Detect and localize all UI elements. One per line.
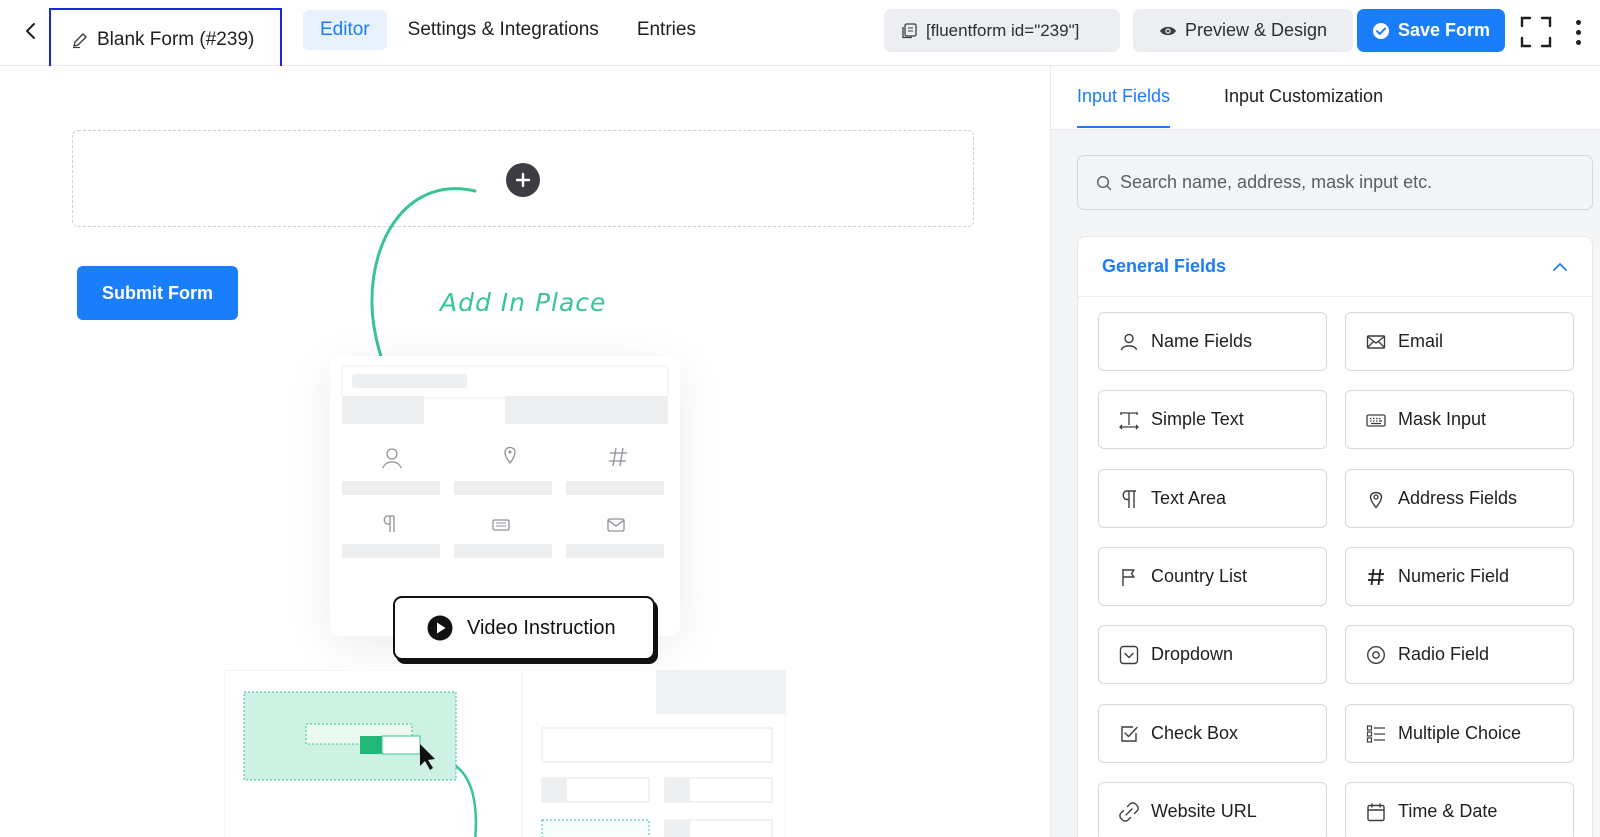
fields-panel: Input Fields Input Customization General…	[1050, 66, 1600, 837]
field-email[interactable]: Email	[1345, 312, 1574, 371]
fullscreen-icon	[1520, 16, 1552, 48]
hash-icon	[1368, 568, 1384, 585]
preview-design-label: Preview & Design	[1184, 20, 1328, 40]
video-instruction-label: Video Instruction	[467, 616, 616, 639]
field-label: Time & Date	[1398, 801, 1498, 821]
general-fields-section: General Fields Name Fields Email Simple …	[1077, 236, 1593, 837]
field-label: Radio Field	[1398, 644, 1490, 664]
list-icon	[1366, 724, 1385, 743]
field-label: Text Area	[1151, 488, 1227, 508]
shortcode-text: [fluentform id="239"]	[926, 20, 1080, 40]
field-time-date[interactable]: Time & Date	[1345, 782, 1574, 837]
check-circle-icon	[1372, 22, 1389, 39]
field-country-list[interactable]: Country List	[1098, 547, 1327, 606]
tab-settings-integrations[interactable]: Settings & Integrations	[391, 10, 616, 50]
field-numeric-field[interactable]: Numeric Field	[1345, 547, 1574, 606]
field-label: Numeric Field	[1398, 566, 1510, 586]
field-label: Address Fields	[1398, 488, 1518, 508]
flag-icon	[1122, 568, 1135, 586]
text-cursor-icon	[1119, 411, 1139, 429]
tab-input-fields[interactable]: Input Fields	[1077, 86, 1171, 128]
field-label: Dropdown	[1151, 644, 1234, 664]
eye-icon	[1159, 26, 1176, 35]
field-search[interactable]	[1077, 155, 1593, 210]
keyboard-icon	[1366, 413, 1386, 427]
radio-icon	[1366, 645, 1386, 664]
top-bar: Blank Form (#239) Editor Settings & Inte…	[0, 0, 1600, 72]
field-label: Country List	[1151, 566, 1248, 586]
general-fields-title: General Fields	[1102, 256, 1227, 276]
field-simple-text[interactable]: Simple Text	[1098, 390, 1327, 449]
envelope-icon	[1366, 334, 1386, 349]
dropdown-icon	[1119, 645, 1139, 664]
chevron-up-icon	[1553, 262, 1567, 271]
preview-design-button[interactable]: Preview & Design	[1133, 9, 1353, 52]
back-button[interactable]	[18, 18, 44, 44]
field-search-input[interactable]	[1120, 172, 1560, 193]
field-label: Simple Text	[1151, 409, 1244, 429]
plus-icon	[515, 172, 531, 188]
save-form-button[interactable]: Save Form	[1357, 9, 1505, 52]
field-address-fields[interactable]: Address Fields	[1345, 469, 1574, 528]
add-field-button[interactable]	[506, 163, 540, 197]
dot-icon	[1575, 29, 1581, 35]
field-website-url[interactable]: Website URL	[1098, 782, 1327, 837]
save-form-label: Save Form	[1397, 20, 1491, 40]
form-title-area[interactable]: Blank Form (#239)	[49, 8, 282, 72]
field-name-fields[interactable]: Name Fields	[1098, 312, 1327, 371]
copy-icon	[902, 22, 917, 38]
field-picker-illustration	[330, 356, 680, 636]
user-icon	[1120, 333, 1138, 350]
field-label: Name Fields	[1151, 331, 1253, 351]
calendar-icon	[1367, 803, 1385, 821]
tab-entries[interactable]: Entries	[620, 10, 713, 50]
dot-icon	[1575, 19, 1581, 25]
field-radio-field[interactable]: Radio Field	[1345, 625, 1574, 684]
panel-tabs: Input Fields Input Customization	[1051, 66, 1600, 130]
tab-input-customization[interactable]: Input Customization	[1224, 86, 1383, 126]
dot-icon	[1575, 39, 1581, 45]
chevron-left-icon	[26, 23, 35, 39]
field-check-box[interactable]: Check Box	[1098, 704, 1327, 763]
main-nav: Editor Settings & Integrations Entries	[303, 10, 717, 50]
pencil-icon	[73, 33, 87, 49]
form-canvas: Submit Form Add In Place Video Instructi…	[0, 66, 1050, 837]
field-multiple-choice[interactable]: Multiple Choice	[1345, 704, 1574, 763]
more-options-button[interactable]	[1568, 16, 1588, 48]
link-icon	[1119, 801, 1139, 822]
field-label: Email	[1398, 331, 1444, 351]
map-pin-icon	[1369, 491, 1383, 509]
video-instruction-button[interactable]: Video Instruction	[393, 596, 655, 660]
paragraph-icon	[1122, 489, 1136, 508]
checkbox-icon	[1121, 725, 1138, 742]
shortcode-copy-button[interactable]: [fluentform id="239"]	[884, 9, 1120, 52]
field-mask-input[interactable]: Mask Input	[1345, 390, 1574, 449]
field-label: Mask Input	[1398, 409, 1487, 429]
general-fields-header[interactable]: General Fields	[1078, 237, 1592, 297]
tab-editor[interactable]: Editor	[303, 10, 387, 50]
field-picker-mockup	[341, 365, 669, 558]
form-title: Blank Form (#239)	[97, 29, 255, 50]
play-circle-icon	[427, 615, 453, 641]
submit-form-button[interactable]: Submit Form	[77, 266, 238, 320]
field-text-area[interactable]: Text Area	[1098, 469, 1327, 528]
field-label: Check Box	[1151, 723, 1239, 743]
add-in-place-caption: Add In Place	[440, 288, 607, 317]
drag-drop-illustration	[224, 670, 786, 837]
search-icon	[1096, 175, 1112, 190]
field-label: Website URL	[1151, 801, 1257, 821]
field-label: Multiple Choice	[1398, 723, 1522, 743]
fullscreen-button[interactable]	[1520, 16, 1552, 48]
field-dropdown[interactable]: Dropdown	[1098, 625, 1327, 684]
